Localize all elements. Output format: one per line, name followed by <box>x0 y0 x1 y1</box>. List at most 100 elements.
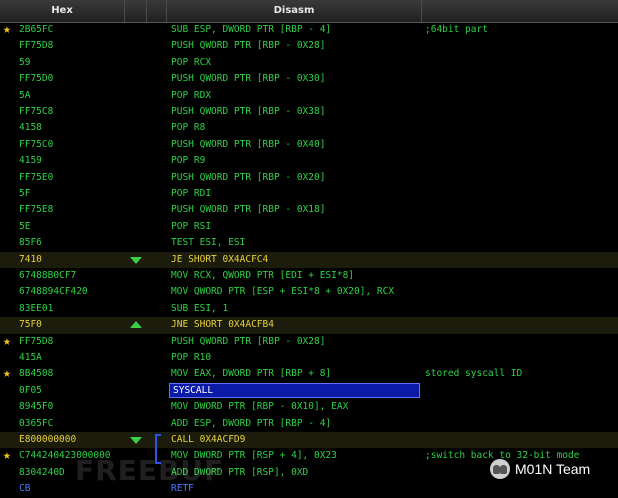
table-row[interactable]: FF75D8 PUSH QWORD PTR [RBP - 0X28] <box>0 38 618 54</box>
hex-cell: FF75E0 <box>19 171 54 183</box>
table-row[interactable]: 83EE01 SUB ESI, 1 <box>0 301 618 317</box>
disasm-cell: CALL 0X4ACFD9 <box>171 434 246 445</box>
disasm-cell: PUSH QWORD PTR [RBP - 0X30] <box>171 73 326 85</box>
table-row[interactable]: 59 POP RCX <box>0 55 618 71</box>
disasm-cell: PUSH QWORD PTR [RBP - 0X18] <box>171 204 326 216</box>
table-row[interactable]: E800000000 CALL 0X4ACFD9 <box>0 432 618 449</box>
table-row[interactable]: 0365FC ADD ESP, DWORD PTR [RBP - 4] <box>0 416 618 432</box>
table-row[interactable]: 85F6 TEST ESI, ESI <box>0 235 618 251</box>
hex-column-header[interactable]: Hex <box>0 0 125 22</box>
marker-column-header[interactable] <box>147 0 167 22</box>
disasm-cell: PUSH QWORD PTR [RBP - 0X28] <box>171 335 326 347</box>
disasm-cell: SUB ESI, 1 <box>171 302 229 314</box>
disasm-cell: ADD ESP, DWORD PTR [RBP - 4] <box>171 417 332 429</box>
hex-cell: FF75D8 <box>19 335 54 347</box>
disasm-column-header[interactable]: Disasm <box>167 0 422 22</box>
table-row[interactable]: FF75E8 PUSH QWORD PTR [RBP - 0X18] <box>0 202 618 218</box>
hex-cell: 8B4508 <box>19 368 54 380</box>
watermark: FREEBUF <box>75 454 225 487</box>
disasm-cell: POP RDX <box>171 89 212 101</box>
column-header-bar: Hex Disasm <box>0 0 618 23</box>
table-row[interactable]: 8945F0 MOV DWORD PTR [RBP - 0X10], EAX <box>0 399 618 415</box>
hex-cell: 2B65FC <box>19 24 54 35</box>
hex-cell: FF75D8 <box>19 40 54 52</box>
table-row[interactable]: 0F05 SYSCALL <box>0 382 618 399</box>
disasm-cell: JNE SHORT 0X4ACFB4 <box>171 319 274 331</box>
hex-cell: 75F0 <box>19 319 42 331</box>
wechat-icon <box>490 459 510 479</box>
arrow-column-header[interactable] <box>125 0 147 22</box>
brand-badge: M01N Team <box>490 459 590 479</box>
hex-cell: FF75E8 <box>19 204 54 216</box>
disasm-cell: PUSH QWORD PTR [RBP - 0X20] <box>171 171 326 183</box>
disasm-cell: JE SHORT 0X4ACFC4 <box>171 253 269 265</box>
hex-cell: 5A <box>19 89 31 101</box>
hex-cell: 0F05 <box>19 384 42 396</box>
hex-cell: 0365FC <box>19 417 54 429</box>
table-row[interactable]: 75F0 JNE SHORT 0X4ACFB4 <box>0 317 618 334</box>
table-row[interactable]: 5F POP RDI <box>0 186 618 202</box>
bookmark-star-icon[interactable]: ★ <box>3 335 11 348</box>
comment-cell: ;64bit part <box>425 24 488 35</box>
hex-cell: 85F6 <box>19 237 42 249</box>
table-row[interactable]: ★ 2B65FC SUB ESP, DWORD PTR [RBP - 4] ;64bi… <box>0 22 618 38</box>
disasm-cell: SUB ESP, DWORD PTR [RBP - 4] <box>171 24 332 35</box>
table-row[interactable]: ★ FF75D8 PUSH QWORD PTR [RBP - 0X28] <box>0 334 618 350</box>
hex-cell: 5E <box>19 220 31 232</box>
jump-down-arrow-icon[interactable] <box>130 256 142 264</box>
table-row[interactable]: FF75C8 PUSH QWORD PTR [RBP - 0X38] <box>0 104 618 120</box>
disassembly-listing[interactable]: ★ 2B65FC SUB ESP, DWORD PTR [RBP - 4] ;64bi… <box>0 22 618 497</box>
hex-cell: 8945F0 <box>19 401 54 413</box>
table-row[interactable]: FF75D0 PUSH QWORD PTR [RBP - 0X30] <box>0 71 618 87</box>
hex-cell: 8304240D <box>19 466 65 478</box>
disasm-cell: POP RSI <box>171 220 212 232</box>
table-row[interactable]: 6748894CF420 MOV QWORD PTR [ESP + ESI*8 +… <box>0 284 618 300</box>
disasm-cell: MOV DWORD PTR [RBP - 0X10], EAX <box>171 401 349 413</box>
hex-cell: 59 <box>19 56 31 68</box>
table-row[interactable]: 415A POP R10 <box>0 350 618 366</box>
disasm-cell: PUSH QWORD PTR [RBP - 0X40] <box>171 138 326 150</box>
disasm-cell: PUSH QWORD PTR [RBP - 0X38] <box>171 106 326 117</box>
table-row[interactable]: FF75C0 PUSH QWORD PTR [RBP - 0X40] <box>0 137 618 153</box>
bookmark-star-icon[interactable]: ★ <box>3 23 11 36</box>
disasm-cell: POP R8 <box>171 122 206 134</box>
hex-cell: 4159 <box>19 155 42 167</box>
hex-cell: CB <box>19 483 31 495</box>
hex-cell: 5F <box>19 188 31 199</box>
disasm-cell: PUSH QWORD PTR [RBP - 0X28] <box>171 40 326 52</box>
disasm-cell: POP R9 <box>171 155 206 167</box>
disasm-cell: MOV RCX, QWORD PTR [EDI + ESI*8] <box>171 270 355 281</box>
table-row[interactable]: FF75E0 PUSH QWORD PTR [RBP - 0X20] <box>0 170 618 186</box>
hex-cell: E800000000 <box>19 434 77 445</box>
disasm-cell: POP R10 <box>171 352 212 363</box>
jump-up-arrow-icon[interactable] <box>130 321 142 329</box>
disasm-cell: SYSCALL <box>173 384 214 396</box>
table-row[interactable]: 4158 POP R8 <box>0 120 618 136</box>
bookmark-star-icon[interactable]: ★ <box>3 449 11 462</box>
table-row[interactable]: 7410 JE SHORT 0X4ACFC4 <box>0 251 618 268</box>
table-row[interactable]: 5E POP RSI <box>0 219 618 235</box>
hex-cell: FF75C0 <box>19 138 54 150</box>
brand-label: M01N Team <box>515 461 591 477</box>
selected-instruction[interactable]: SYSCALL <box>169 382 420 398</box>
jump-down-arrow-icon[interactable] <box>130 437 142 444</box>
table-row[interactable]: 4159 POP R9 <box>0 153 618 169</box>
disasm-cell: MOV EAX, DWORD PTR [RBP + 8] <box>171 368 332 380</box>
table-row[interactable]: 5A POP RDX <box>0 88 618 104</box>
table-row[interactable]: 67488B0CF7 MOV RCX, QWORD PTR [EDI + ESI*… <box>0 268 618 284</box>
bookmark-star-icon[interactable]: ★ <box>3 367 11 380</box>
comment-column-header[interactable] <box>422 0 618 22</box>
hex-cell: 4158 <box>19 122 42 134</box>
disasm-cell: TEST ESI, ESI <box>171 237 246 249</box>
hex-cell: 7410 <box>19 253 42 265</box>
comment-cell: stored syscall ID <box>425 368 523 380</box>
disasm-cell: POP RCX <box>171 56 212 68</box>
hex-cell: FF75C8 <box>19 106 54 117</box>
hex-cell: 6748894CF420 <box>19 286 88 298</box>
table-row[interactable]: ★ 8B4508 MOV EAX, DWORD PTR [RBP + 8] store… <box>0 366 618 382</box>
disasm-cell: MOV QWORD PTR [ESP + ESI*8 + 0X20], RCX <box>171 286 395 298</box>
hex-cell: 67488B0CF7 <box>19 270 77 281</box>
disasm-cell: POP RDI <box>171 188 212 199</box>
hex-cell: 415A <box>19 352 42 363</box>
hex-cell: 83EE01 <box>19 302 54 314</box>
